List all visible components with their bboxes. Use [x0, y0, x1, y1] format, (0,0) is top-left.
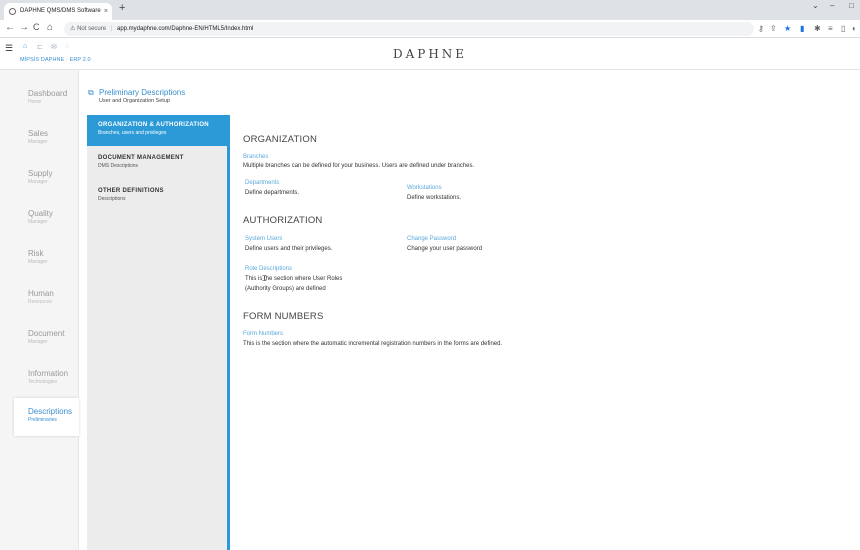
sidebar-item-title: Sales	[28, 129, 49, 138]
back-button[interactable]: ←	[5, 22, 15, 33]
branches-description: Multiple branches can be defined for you…	[243, 163, 475, 169]
change-password-link[interactable]: Change Password	[407, 236, 456, 242]
forward-button[interactable]: →	[19, 22, 29, 33]
url-separator: |	[110, 26, 113, 32]
form-numbers-link[interactable]: Form Numbers	[243, 331, 283, 337]
menu-item-title: ORGANIZATION & AUTHORIZATION	[98, 122, 209, 128]
url-text: app.mydaphne.com/Daphne-EN/HTML5/Index.h…	[116, 26, 254, 32]
section-menu: ORGANIZATION & AUTHORIZATION Branches, u…	[87, 115, 228, 550]
form-numbers-description: This is the section where the automatic …	[243, 341, 503, 347]
menu-item-desc: DMS Descriptions	[98, 163, 139, 169]
sidebar-item-sub: Technologies	[28, 379, 58, 385]
address-bar[interactable]: ⚠ Not secure | app.mydaphne.com/Daphne-E…	[64, 22, 754, 36]
edit-icon: ⧉	[88, 88, 94, 97]
browser-tab[interactable]: DAPHNE QMS/DMS Software ×	[4, 3, 112, 20]
form-numbers-heading: FORM NUMBERS	[243, 311, 324, 322]
sidebar-item-sales[interactable]: Sales Manager	[14, 124, 79, 162]
sidebar-item-sub: Home	[28, 99, 42, 105]
home-button[interactable]: ⌂	[47, 22, 53, 33]
security-label: Not secure	[77, 26, 107, 32]
mouse-cursor-icon: ⌶	[262, 274, 267, 283]
sidebar-item-sub: Manager	[28, 339, 48, 345]
sidebar-item-supply[interactable]: Supply Manager	[14, 164, 79, 202]
reload-button[interactable]: C	[33, 22, 40, 32]
maximize-icon[interactable]: □	[849, 1, 854, 10]
sidepanel-icon[interactable]: ▯	[841, 24, 845, 33]
page-title: Preliminary Descriptions	[99, 88, 186, 97]
sidebar-item-sub: Manager	[28, 259, 48, 265]
sidebar-item-sub: Preliminaries	[28, 417, 57, 423]
sidebar-item-sub: Resources	[28, 299, 52, 305]
sidebar-item-risk[interactable]: Risk Manager	[14, 244, 79, 282]
role-descriptions-description-line1: This is the section where User Roles	[245, 276, 343, 282]
sidebar-item-title: Document	[28, 329, 65, 338]
sidebar-item-sub: Manager	[28, 219, 48, 225]
sidebar-item-quality[interactable]: Quality Manager	[14, 204, 79, 242]
browser-toolbar: ← → C ⌂ ⚠ Not secure | app.mydaphne.com/…	[0, 20, 860, 38]
sidebar-item-title: Risk	[28, 249, 44, 258]
browser-tab-bar: DAPHNE QMS/DMS Software × + ⌄ – □	[0, 0, 860, 20]
tab-title: DAPHNE QMS/DMS Software	[20, 8, 101, 14]
main-content: ORGANIZATION Branches Multiple branches …	[230, 115, 860, 550]
module-sidebar: Dashboard Home Sales Manager Supply Mana…	[0, 70, 79, 550]
organization-heading: ORGANIZATION	[243, 134, 318, 145]
extension-icon[interactable]: ▮	[800, 24, 804, 33]
role-descriptions-link[interactable]: Role Descriptions	[245, 266, 292, 272]
sidebar-item-title: Information	[28, 369, 69, 378]
sidebar-item-human[interactable]: Human Resources	[14, 284, 79, 322]
sidebar-item-title: Human	[28, 289, 54, 298]
sidebar-item-document[interactable]: Document Manager	[14, 324, 79, 362]
menu-item-title: OTHER DEFINITIONS	[98, 188, 164, 194]
brand-logo: DAPHNE	[392, 47, 468, 61]
change-password-description: Change your user password	[407, 246, 483, 252]
app-header: ☰ ⌂ ⊏ ✉ ◌ MİPSİS DAPHNE · ERP 2.0 DAPHNE	[0, 38, 860, 70]
sidebar-item-title: Descriptions	[28, 407, 73, 416]
sidebar-item-title: Quality	[28, 209, 53, 218]
reading-list-icon[interactable]: ≡	[828, 24, 833, 33]
new-tab-button[interactable]: +	[119, 2, 125, 14]
page-subtitle: User and Organization Setup	[99, 98, 170, 104]
share-icon[interactable]: ⇪	[770, 24, 777, 33]
role-descriptions-description-line2: (Authority Groups) are defined	[245, 286, 326, 292]
system-users-description: Define users and their privileges.	[245, 246, 333, 252]
minimize-icon[interactable]: –	[830, 1, 834, 10]
sidebar-item-information[interactable]: Information Technologies	[14, 364, 79, 402]
departments-description: Define departments.	[245, 190, 300, 196]
profile-icon[interactable]: ◐	[852, 24, 857, 33]
close-tab-icon[interactable]: ×	[104, 3, 108, 20]
authorization-heading: AUTHORIZATION	[243, 215, 323, 226]
sidebar-item-sub: Manager	[28, 179, 48, 185]
menu-item-title: DOCUMENT MANAGEMENT	[98, 155, 184, 161]
sidebar-item-title: Dashboard	[28, 89, 68, 98]
menu-item-desc: Descriptions	[98, 196, 126, 202]
sidebar-item-title: Supply	[28, 169, 53, 178]
sidebar-item-dashboard[interactable]: Dashboard Home	[14, 84, 79, 122]
system-users-link[interactable]: System Users	[245, 236, 282, 242]
departments-link[interactable]: Departments	[245, 180, 279, 186]
branches-link[interactable]: Branches	[243, 154, 268, 160]
sidebar-item-sub: Manager	[28, 139, 48, 145]
menu-item-organization-authorization[interactable]: ORGANIZATION & AUTHORIZATION Branches, u…	[87, 115, 228, 146]
menu-item-document-management[interactable]: DOCUMENT MANAGEMENT DMS Descriptions	[87, 148, 228, 179]
chevron-down-icon[interactable]: ⌄	[812, 1, 819, 10]
sidebar-item-descriptions[interactable]: Descriptions Preliminaries	[14, 398, 79, 436]
menu-item-desc: Branches, users and privileges	[98, 130, 167, 136]
globe-icon	[9, 8, 16, 15]
bookmark-star-icon[interactable]: ★	[784, 24, 791, 33]
workstations-link[interactable]: Workstations	[407, 185, 442, 191]
warning-icon: ⚠	[70, 26, 76, 32]
menu-item-other-definitions[interactable]: OTHER DEFINITIONS Descriptions	[87, 181, 228, 212]
key-icon[interactable]: ⚷	[758, 24, 764, 33]
workstations-description: Define workstations.	[407, 195, 462, 201]
puzzle-icon[interactable]: ✱	[814, 24, 821, 33]
